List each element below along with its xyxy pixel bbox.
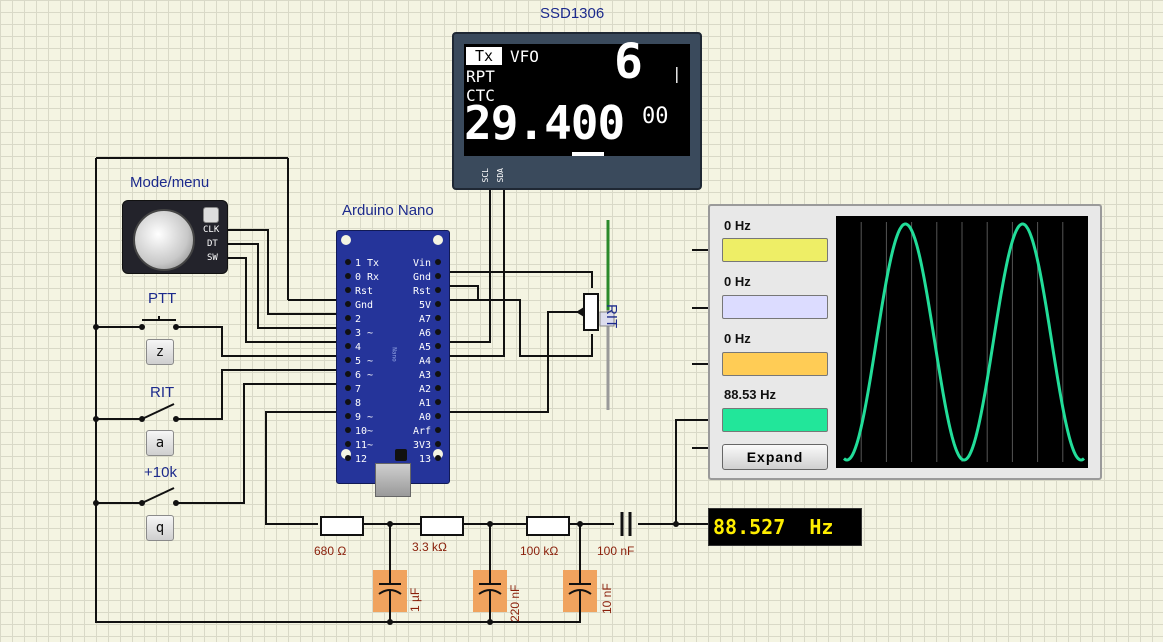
oled-rpt: RPT — [466, 67, 495, 86]
oscilloscope: 0 Hz 0 Hz 0 Hz 88.53 Hz Expand — [708, 204, 1102, 480]
oled-mode: VFO — [510, 47, 539, 66]
capacitor-220nf[interactable] — [473, 570, 507, 612]
ch3-color-button[interactable] — [722, 352, 828, 376]
resistor-3k3-label: 3.3 kΩ — [412, 540, 447, 554]
oled-pin-scl: SCL — [481, 168, 490, 183]
pot-label: RIT — [603, 304, 620, 329]
ch4-color-button[interactable] — [722, 408, 828, 432]
scope-screen — [836, 216, 1088, 468]
reset-button[interactable] — [395, 449, 407, 461]
pin-dot-icon — [435, 412, 441, 419]
resistor-3k3[interactable] — [420, 516, 464, 536]
arduino-nano-board: 1 Tx 0 Rx Rst Gnd 2 3 ~4 5 ~6 ~7 8 9 ~10~ 11~ 12 V… — [336, 230, 450, 497]
pin-dot-icon — [435, 356, 441, 363]
plus10k-key-button[interactable]: q — [146, 515, 174, 541]
pin-dot-icon — [435, 454, 441, 461]
capacitor-1uf[interactable] — [373, 570, 407, 612]
oled-screen: Tx VFO RPT CTC 6 | 29.400 00 — [464, 34, 690, 156]
oled-title: SSD1306 — [540, 5, 605, 22]
resistor-100k-label: 100 kΩ — [520, 544, 559, 558]
arduino-right-pins: Vin Gnd Rst 5V A7 A6 A5 A4 A3 A2 A1 A0 Arf 3V3 13 — [337, 231, 449, 465]
rit-key-button[interactable]: a — [146, 430, 174, 456]
rotary-encoder[interactable]: CLK DT SW — [122, 200, 228, 274]
expand-button[interactable]: Expand — [722, 444, 828, 470]
ch2-freq: 0 Hz — [724, 274, 751, 289]
encoder-title: Mode/menu — [130, 174, 210, 191]
oled-frequency-small: 00 — [642, 104, 669, 129]
oled-big-digit: 6 — [614, 34, 643, 90]
rit-switch-title: RIT — [150, 384, 175, 401]
series-capacitor-label: 100 nF — [597, 544, 635, 558]
oled-display: Tx VFO RPT CTC 6 | 29.400 00 SCL SDA — [452, 32, 702, 190]
pin-dot-icon — [435, 300, 441, 307]
pin-dot-icon — [435, 370, 441, 377]
plus10k-title: +10k — [144, 464, 177, 481]
ch4-freq: 88.53 Hz — [724, 387, 777, 402]
oled-pin-sda: SDA — [496, 168, 505, 183]
pin-dot-icon — [435, 328, 441, 335]
resistor-680-label: 680 Ω — [314, 544, 347, 558]
ptt-switch[interactable] — [124, 314, 196, 338]
resistor-680[interactable] — [320, 516, 364, 536]
arduino-pin-right[interactable]: 13 — [419, 449, 441, 467]
plus10k-switch[interactable] — [124, 484, 196, 510]
usb-port — [375, 463, 411, 497]
capacitor-1uf-label: 1 µF — [408, 587, 422, 612]
ch2-color-button[interactable] — [722, 295, 828, 319]
encoder-pin-dt: DT — [207, 239, 218, 249]
oled-frequency: 29.400 — [464, 96, 625, 150]
arduino-title: Arduino Nano — [342, 202, 434, 219]
encoder-knob[interactable] — [133, 209, 195, 271]
pin-dot-icon — [435, 426, 441, 433]
oled-cursor — [572, 152, 604, 156]
ch1-color-button[interactable] — [722, 238, 828, 262]
oled-signal-icon: | — [672, 64, 682, 83]
capacitor-10nf[interactable] — [563, 570, 597, 612]
pin-dot-icon — [435, 314, 441, 321]
pin-dot-icon — [435, 258, 441, 265]
ptt-title: PTT — [148, 290, 177, 307]
capacitor-10nf-label: 10 nF — [600, 583, 614, 614]
pin-dot-icon — [435, 272, 441, 279]
series-capacitor[interactable] — [612, 510, 640, 538]
pin-dot-icon — [435, 342, 441, 349]
encoder-button[interactable] — [203, 207, 219, 223]
pin-dot-icon — [435, 440, 441, 447]
ch3-freq: 0 Hz — [724, 331, 751, 346]
arduino-chip-label: Nano — [390, 347, 398, 362]
capacitor-220nf-label: 220 nF — [508, 584, 522, 622]
ch1-freq: 0 Hz — [724, 218, 751, 233]
frequency-meter-value: 88.527 Hz — [713, 515, 834, 539]
oled-tx-badge: Tx — [466, 47, 502, 65]
resistor-100k[interactable] — [526, 516, 570, 536]
pin-dot-icon — [435, 398, 441, 405]
pin-dot-icon — [435, 286, 441, 293]
arduino-pin-label: 13 — [418, 454, 431, 465]
frequency-meter: 88.527 Hz — [708, 508, 862, 546]
rit-switch[interactable] — [124, 400, 196, 426]
pin-dot-icon — [435, 384, 441, 391]
encoder-pin-sw: SW — [207, 253, 218, 263]
encoder-pin-clk: CLK — [203, 225, 220, 235]
ptt-key-button[interactable]: z — [146, 339, 174, 365]
